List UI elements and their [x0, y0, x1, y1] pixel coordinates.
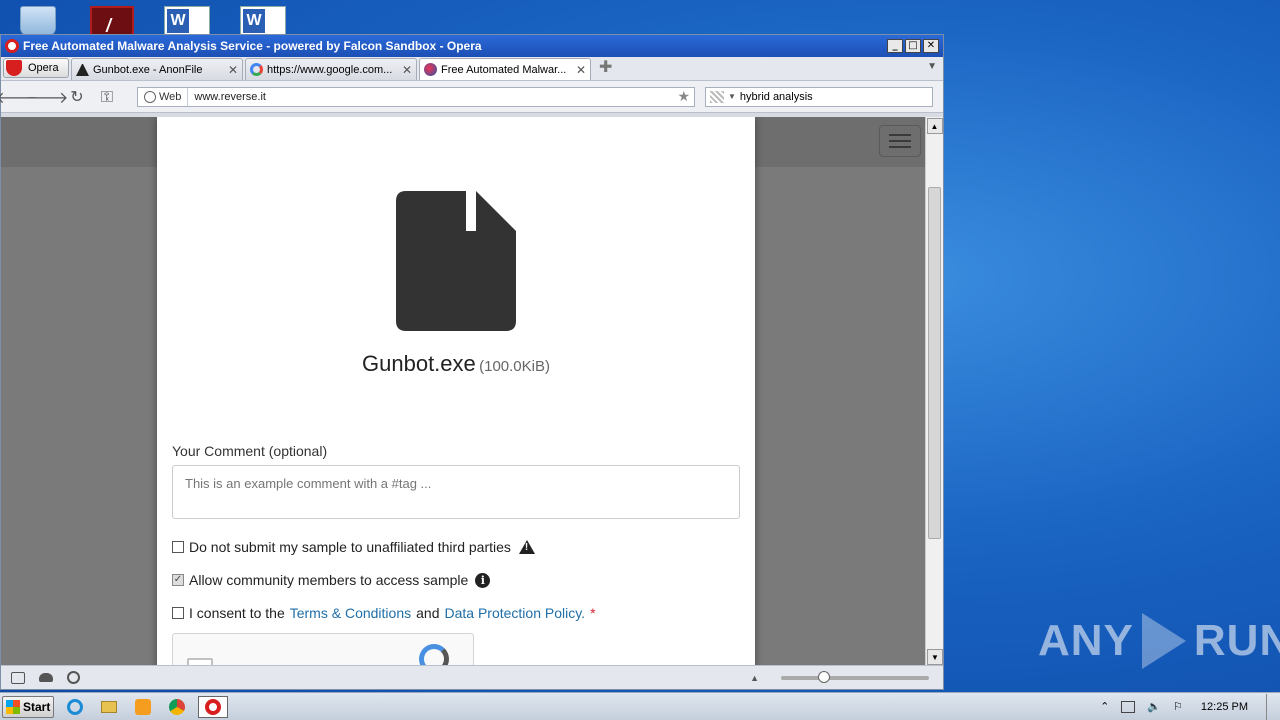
tab-label: Free Automated Malwar... [441, 63, 567, 76]
upload-dialog: Gunbot.exe (100.0KiB) Your Comment (opti… [157, 117, 755, 667]
opera-menu-button[interactable]: Opera [3, 58, 69, 78]
opera-unite-cloud-icon[interactable] [39, 673, 53, 682]
opera-taskbar-icon[interactable] [198, 695, 228, 718]
title-bar: Free Automated Malware Analysis Service … [1, 35, 943, 57]
file-icon [396, 191, 516, 331]
comment-label: Your Comment (optional) [172, 443, 328, 459]
chevron-down-icon[interactable]: ▼ [728, 92, 736, 101]
url-field[interactable]: Web www.reverse.it ★ [137, 86, 695, 107]
key-icon[interactable]: ⚿ [97, 87, 117, 107]
recaptcha-widget [172, 633, 474, 667]
google-favicon-icon [250, 63, 263, 76]
tab-label: Gunbot.exe - AnonFile [93, 63, 203, 76]
community-checkbox[interactable]: ✓ [172, 574, 184, 586]
acrobat-icon[interactable] [90, 6, 136, 36]
volume-icon[interactable]: 🔈 [1147, 700, 1161, 713]
chrome-icon[interactable] [164, 696, 190, 718]
anyrun-watermark: ANY RUN [1038, 606, 1280, 676]
view-options-icon[interactable]: ▲ [750, 673, 759, 683]
web-badge-label: Web [159, 90, 182, 103]
scroll-down-icon[interactable]: ▼ [927, 649, 943, 665]
forward-icon[interactable]: 🡒 [26, 87, 69, 107]
show-desktop-button[interactable] [1266, 693, 1278, 720]
tab-label: https://www.google.com... [267, 63, 393, 76]
network-icon[interactable] [1121, 700, 1136, 713]
anonfile-favicon-icon [76, 63, 89, 76]
word-document-icon[interactable]: W [164, 6, 210, 36]
status-bar: ▲ [1, 665, 943, 689]
panel-toggle-icon[interactable] [11, 671, 25, 684]
no-submit-label: Do not submit my sample to unaffiliated … [189, 539, 511, 555]
system-tray: ⌃ 🔈 ⚐ 12:25 PM [1100, 700, 1258, 713]
file-size: (100.0KiB) [479, 358, 550, 375]
globe-icon [144, 90, 156, 103]
taskbar: Start ⌃ 🔈 ⚐ 12:25 PM [0, 692, 1280, 720]
file-explorer-icon[interactable] [96, 696, 122, 718]
close-button[interactable]: ✕ [923, 39, 939, 53]
file-name: Gunbot.exe [362, 351, 476, 376]
no-submit-checkbox[interactable] [172, 541, 184, 553]
windows-logo-icon [6, 699, 20, 714]
internet-explorer-icon[interactable] [62, 696, 88, 718]
info-icon[interactable]: i [475, 572, 491, 588]
minimize-button[interactable]: _ [887, 39, 903, 53]
tab-hybrid-analysis[interactable]: Free Automated Malwar... ✕ [419, 58, 591, 80]
privacy-link[interactable]: Data Protection Policy. [444, 605, 585, 621]
opera-logo-icon [5, 39, 19, 53]
start-label: Start [23, 699, 51, 714]
bookmark-star-icon[interactable]: ★ [677, 88, 694, 105]
browser-window: Free Automated Malware Analysis Service … [0, 34, 944, 690]
word-document-icon[interactable]: W [240, 6, 286, 36]
reload-icon[interactable]: ↻ [67, 87, 87, 107]
tab-bar: Opera Gunbot.exe - AnonFile ✕ https://ww… [1, 57, 943, 81]
tab-anonfile[interactable]: Gunbot.exe - AnonFile ✕ [71, 58, 243, 80]
opera-menu-label: Opera [28, 62, 59, 74]
consent-and: and [416, 605, 440, 621]
required-mark: * [590, 605, 596, 621]
consent-prefix: I consent to the [189, 605, 285, 621]
comment-field[interactable] [172, 465, 740, 519]
close-tab-icon[interactable]: ✕ [402, 63, 412, 77]
tab-google[interactable]: https://www.google.com... ✕ [245, 58, 417, 80]
media-player-icon[interactable] [130, 696, 156, 718]
zoom-slider[interactable] [781, 670, 929, 683]
community-option: ✓ Allow community members to access samp… [172, 572, 491, 588]
search-field[interactable]: ▼ hybrid analysis [705, 86, 933, 107]
show-hidden-icons-icon[interactable]: ⌃ [1100, 700, 1109, 713]
opera-logo-icon [6, 60, 22, 76]
page-viewport: Gunbot.exe (100.0KiB) Your Comment (opti… [1, 117, 927, 667]
window-title: Free Automated Malware Analysis Service … [23, 39, 482, 53]
close-tab-icon[interactable]: ✕ [228, 63, 238, 77]
file-info: Gunbot.exe (100.0KiB) [157, 351, 755, 377]
recycle-bin-icon[interactable] [16, 6, 62, 36]
falcon-favicon-icon [424, 63, 437, 76]
back-icon[interactable]: 🡐 [0, 87, 38, 107]
no-submit-option: Do not submit my sample to unaffiliated … [172, 539, 535, 555]
new-tab-icon[interactable]: ✚ [599, 57, 612, 77]
start-button[interactable]: Start [2, 695, 54, 718]
web-badge[interactable]: Web [138, 87, 189, 106]
action-center-flag-icon[interactable]: ⚐ [1173, 700, 1183, 713]
play-logo-icon [1141, 613, 1186, 669]
clock[interactable]: 12:25 PM [1201, 701, 1248, 713]
close-tab-icon[interactable]: ✕ [576, 63, 586, 77]
scroll-up-icon[interactable]: ▲ [926, 118, 943, 134]
hamburger-menu-icon[interactable] [879, 125, 921, 157]
tab-list-chevron-icon[interactable]: ▼ [927, 61, 937, 72]
url-text[interactable]: www.reverse.it [188, 91, 677, 103]
maximize-button[interactable]: □ [905, 39, 921, 53]
search-engine-icon[interactable] [710, 90, 724, 103]
consent-option: I consent to the Terms & Conditions and … [172, 605, 596, 621]
community-label: Allow community members to access sample [189, 572, 469, 588]
search-value[interactable]: hybrid analysis [740, 91, 813, 103]
turbo-gauge-icon[interactable] [67, 671, 80, 684]
zoom-slider-knob[interactable] [817, 670, 830, 683]
recaptcha-logo-icon [419, 644, 449, 667]
scrollbar-thumb[interactable] [928, 187, 941, 539]
consent-checkbox[interactable] [172, 607, 184, 619]
address-bar: 🡐 🡒 ↻ ⚿ Web www.reverse.it ★ ▼ hybrid an… [0, 81, 943, 113]
terms-link[interactable]: Terms & Conditions [290, 605, 411, 621]
warning-icon [518, 540, 535, 554]
vertical-scrollbar[interactable]: ▲ ▼ [925, 117, 943, 667]
